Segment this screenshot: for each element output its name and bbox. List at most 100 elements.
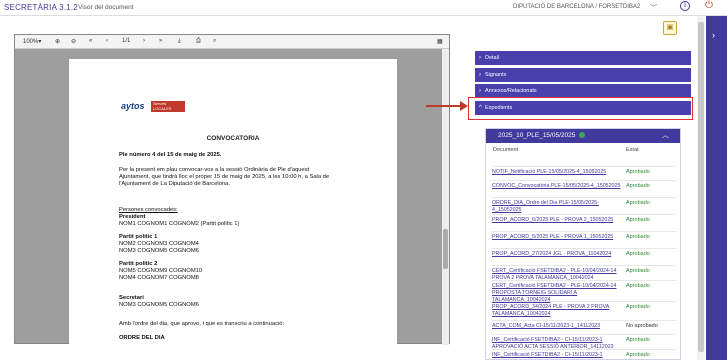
table-row: ORDRE_DIA_Ordre del Dia PLE-15/05/2025-4…: [492, 197, 676, 214]
status-text: Aprobado: [626, 169, 650, 175]
table-row: CERT_Certificació FSETDIBA2 - PLE-10/04/…: [492, 265, 676, 281]
zoom-in-icon[interactable]: ⊕: [55, 38, 60, 45]
zoom-select[interactable]: 100%▾: [23, 38, 41, 45]
secretary-heading: Secretari: [119, 295, 144, 301]
save-icon[interactable]: ▣: [663, 21, 677, 35]
chevron-up-icon[interactable]: ︿: [662, 129, 669, 143]
viewer-scroll-thumb[interactable]: [443, 229, 448, 269]
document-link[interactable]: PROP_ACORD_34/2024 PLE - PROVA 2 PROVA T…: [492, 304, 624, 318]
table-row: INF_Certificació FSETDIBA2 - CI-15/11/20…: [492, 334, 676, 350]
president-heading: President: [119, 214, 146, 220]
status-text: Aprobado: [626, 283, 650, 289]
prev-page-icon[interactable]: ‹: [106, 38, 108, 44]
pdf-viewer: 100%▾ ⊕ ⊖ « ‹ 1/1 › » ⤓ ⎙ ⌕ ▦ aytos Serv…: [14, 34, 450, 349]
document-subtitle: Ple número 4 del 15 de maig de 2025.: [119, 152, 222, 158]
top-bar: SECRETÀRIA 3.1.2 Visor del document DIPU…: [0, 0, 727, 16]
grid-icon[interactable]: ▦: [437, 38, 443, 45]
chevron-right-icon: ›: [479, 72, 481, 78]
persons-heading: Persones convocades:: [119, 207, 178, 213]
paragraph-line: l'Ajuntament de La Diputació de Barcelon…: [119, 181, 230, 187]
table-row: PROP_ACORD_27/2024 JGL - PROVA_11042024 …: [492, 248, 676, 265]
accordion-detail[interactable]: › Detall: [475, 51, 691, 65]
viewer-toolbar: 100%▾ ⊕ ⊖ « ‹ 1/1 › » ⤓ ⎙ ⌕ ▦: [15, 35, 449, 49]
document-page: aytos Serveis LOCALES CONVOCATORIA Ple n…: [69, 59, 397, 349]
table-row: INF_Certificació FSETDIBA2 - CI-15/11/20…: [492, 349, 676, 361]
page-label: Visor del document: [78, 4, 134, 11]
status-text: Aprobado: [626, 304, 650, 310]
document-title: CONVOCATORIA: [206, 135, 260, 142]
status-text: Aprobado: [626, 251, 650, 257]
party2-line: NOM5 COGNOM9 COGNOM10: [119, 268, 203, 274]
panel-scrollbar[interactable]: [697, 16, 705, 360]
annotation-arrow: [426, 105, 464, 107]
party1-line: NOM2 COGNOM3 COGNOM4: [119, 241, 199, 247]
expedient-title: 2025_10_PLE_15/05/2025: [498, 132, 576, 139]
party2-line: NOM4 COGNOM7 COGNOM8: [119, 275, 199, 281]
first-page-icon[interactable]: «: [89, 38, 92, 44]
info-icon[interactable]: i: [680, 1, 690, 11]
table-row: ACTA_COM_Acta CI-15/11/2023-1_14112023 N…: [492, 320, 676, 334]
party2-heading: Partit polític 2: [119, 261, 158, 267]
document-link[interactable]: PROP_ACORD_5/2025 PLE - PROVA 1_15052025: [492, 234, 624, 241]
status-text: Aprobado: [626, 352, 650, 358]
status-text: Aprobado: [626, 234, 650, 240]
document-link[interactable]: PROP_ACORD_6/2025 PLE - PROVA 2_15052025: [492, 217, 624, 224]
last-page-icon[interactable]: »: [159, 38, 162, 44]
status-text: Aprobado: [626, 217, 650, 223]
column-header-status: Estat: [626, 147, 639, 153]
document-link[interactable]: CONVOC_Convocatòria PLE-15/05/2025-4_150…: [492, 183, 624, 190]
accordion-signatures[interactable]: › Signants: [475, 68, 691, 82]
zoom-out-icon[interactable]: ⊖: [71, 38, 76, 45]
right-sidebar: [706, 16, 727, 360]
party1-line: NOM3 COGNOM5 COGNOM6: [119, 248, 199, 254]
table-row: CERT_Certificació FSETDIBA2 - PLE-10/04/…: [492, 280, 676, 303]
accordion-annexes[interactable]: › Annexos/Relacionats: [475, 84, 691, 98]
status-text: Aprobado: [626, 200, 650, 206]
next-page-icon[interactable]: ›: [143, 38, 145, 44]
status-text: Aprobado: [626, 268, 650, 274]
chevron-down-icon[interactable]: ﹀: [650, 3, 657, 13]
expedient-card: 2025_10_PLE_15/05/2025 ︿ Document Estat …: [485, 128, 681, 360]
status-dot-icon: [579, 132, 586, 139]
print-icon[interactable]: ⎙: [196, 38, 201, 45]
column-header-document: Document: [493, 147, 519, 153]
document-link[interactable]: ACTA_COM_Acta CI-15/11/2023-1_14112023: [492, 323, 624, 330]
document-link[interactable]: PROP_ACORD_27/2024 JGL - PROVA_11042024: [492, 251, 624, 258]
document-link[interactable]: NOTIF_Notificació PLE-15/05/2025-4_15052…: [492, 169, 624, 176]
accordion-label: Annexos/Relacionats: [485, 88, 537, 94]
app-title: SECRETÀRIA 3.1.2: [4, 3, 78, 12]
chevron-right-icon: ›: [479, 88, 481, 94]
search-icon[interactable]: ⌕: [213, 38, 216, 45]
highlight-box: [468, 97, 693, 120]
expedient-header[interactable]: 2025_10_PLE_15/05/2025 ︿: [486, 129, 680, 143]
power-icon[interactable]: ⏻: [705, 0, 713, 11]
entity-selector[interactable]: DIPUTACIÓ DE BARCELONA / FORSETDIBA2: [513, 4, 640, 10]
chevron-right-icon: ›: [479, 55, 481, 61]
aytos-logo: aytos: [121, 101, 145, 111]
accordion-label: Detall: [485, 55, 500, 61]
table-row: PROP_ACORD_6/2025 PLE - PROVA 2_15052025…: [492, 214, 676, 231]
table-row: PROP_ACORD_5/2025 PLE - PROVA 1_15052025…: [492, 231, 676, 248]
table-row: CONVOC_Convocatòria PLE-15/05/2025-4_150…: [492, 180, 676, 197]
status-text: No aprobado: [626, 323, 658, 329]
logo-badge: Serveis LOCALES: [151, 101, 185, 112]
order-heading: ORDRE DEL DIA: [119, 335, 165, 341]
table-row: PROP_ACORD_34/2024 PLE - PROVA 2 PROVA T…: [492, 301, 676, 320]
panel-scroll-thumb[interactable]: [698, 22, 704, 352]
president-line: NOM1 COGNOM1 COGNOM2 (Partit polític 1): [119, 221, 240, 227]
status-text: Aprobado: [626, 183, 650, 189]
secretary-line: NOM3 COGNOM5 COGNOM6: [119, 302, 199, 308]
table-row: NOTIF_Notificació PLE-15/05/2025-4_15052…: [492, 166, 676, 180]
paragraph-line: Per la present em plau convocar-vos a la…: [119, 167, 310, 173]
status-text: Aprobado: [626, 337, 650, 343]
document-link[interactable]: INF_Certificació FSETDIBA2 - CI-15/11/20…: [492, 352, 624, 359]
party1-heading: Partit polític 1: [119, 234, 158, 240]
viewer-scrollbar[interactable]: [442, 49, 449, 345]
document-link[interactable]: ORDRE_DIA_Ordre del Dia PLE-15/05/2025-4…: [492, 200, 624, 214]
chevron-right-icon[interactable]: ›: [712, 30, 715, 40]
annotation-arrow-head: [460, 101, 468, 111]
accordion-label: Signants: [485, 72, 507, 78]
download-icon[interactable]: ⤓: [178, 38, 181, 45]
order-intro: Amb l'ordre del dia, que aprovo, i que e…: [119, 321, 285, 327]
page-indicator: 1/1: [122, 38, 131, 44]
